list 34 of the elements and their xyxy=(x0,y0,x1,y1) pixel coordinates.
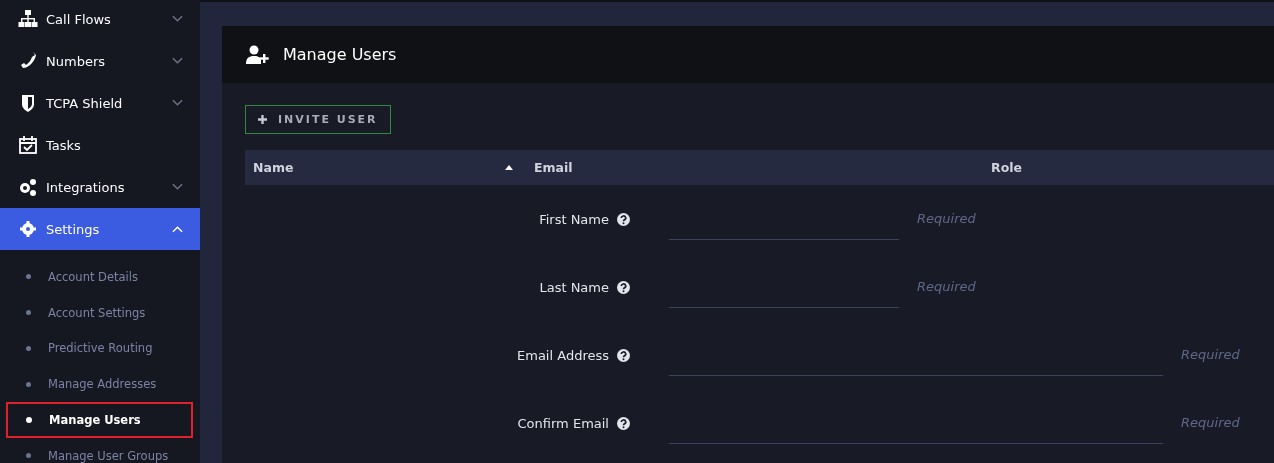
sitemap-icon xyxy=(18,9,38,29)
nav-item[interactable]: Settings xyxy=(0,208,200,250)
submenu-item[interactable]: Predictive Routing xyxy=(6,330,193,367)
required-hint: Required xyxy=(1181,414,1240,432)
nav-item[interactable]: TCPA Shield xyxy=(0,82,200,124)
nav-item[interactable]: Tasks xyxy=(0,124,200,166)
help-icon[interactable] xyxy=(617,416,630,430)
column-header[interactable]: Email xyxy=(526,160,991,175)
calendar-check-icon xyxy=(18,135,38,155)
submenu-item[interactable]: Account Details xyxy=(6,259,193,295)
field-label: Email Address xyxy=(517,347,609,363)
submenu-item[interactable]: Manage User Groups xyxy=(6,438,193,463)
nav-item[interactable]: Integrations xyxy=(0,166,200,208)
required-hint: Required xyxy=(917,278,976,296)
help-icon[interactable] xyxy=(617,348,630,362)
page-title: Manage Users xyxy=(283,45,397,64)
submenu-item[interactable]: Account Settings xyxy=(6,294,193,331)
help-icon[interactable] xyxy=(617,280,630,294)
column-header[interactable]: Name xyxy=(245,160,526,175)
nav-item[interactable]: Numbers xyxy=(0,40,200,82)
required-hint: Required xyxy=(917,210,976,228)
submenu-item[interactable]: Manage Addresses xyxy=(6,366,193,403)
phone-icon xyxy=(18,51,38,71)
field-label: First Name xyxy=(539,211,609,227)
field-label: Last Name xyxy=(539,279,609,295)
field-label: Confirm Email xyxy=(517,415,609,431)
invite-user-button[interactable]: INVITE USER xyxy=(245,105,391,134)
plus-icon xyxy=(258,115,267,124)
add-user-icon xyxy=(246,44,270,65)
help-icon[interactable] xyxy=(617,212,630,226)
submenu-item[interactable]: Manage Users xyxy=(6,402,193,438)
required-hint: Required xyxy=(1181,346,1240,364)
nav-item[interactable]: Call Flows xyxy=(0,0,200,40)
column-header[interactable]: Role xyxy=(991,160,1022,175)
